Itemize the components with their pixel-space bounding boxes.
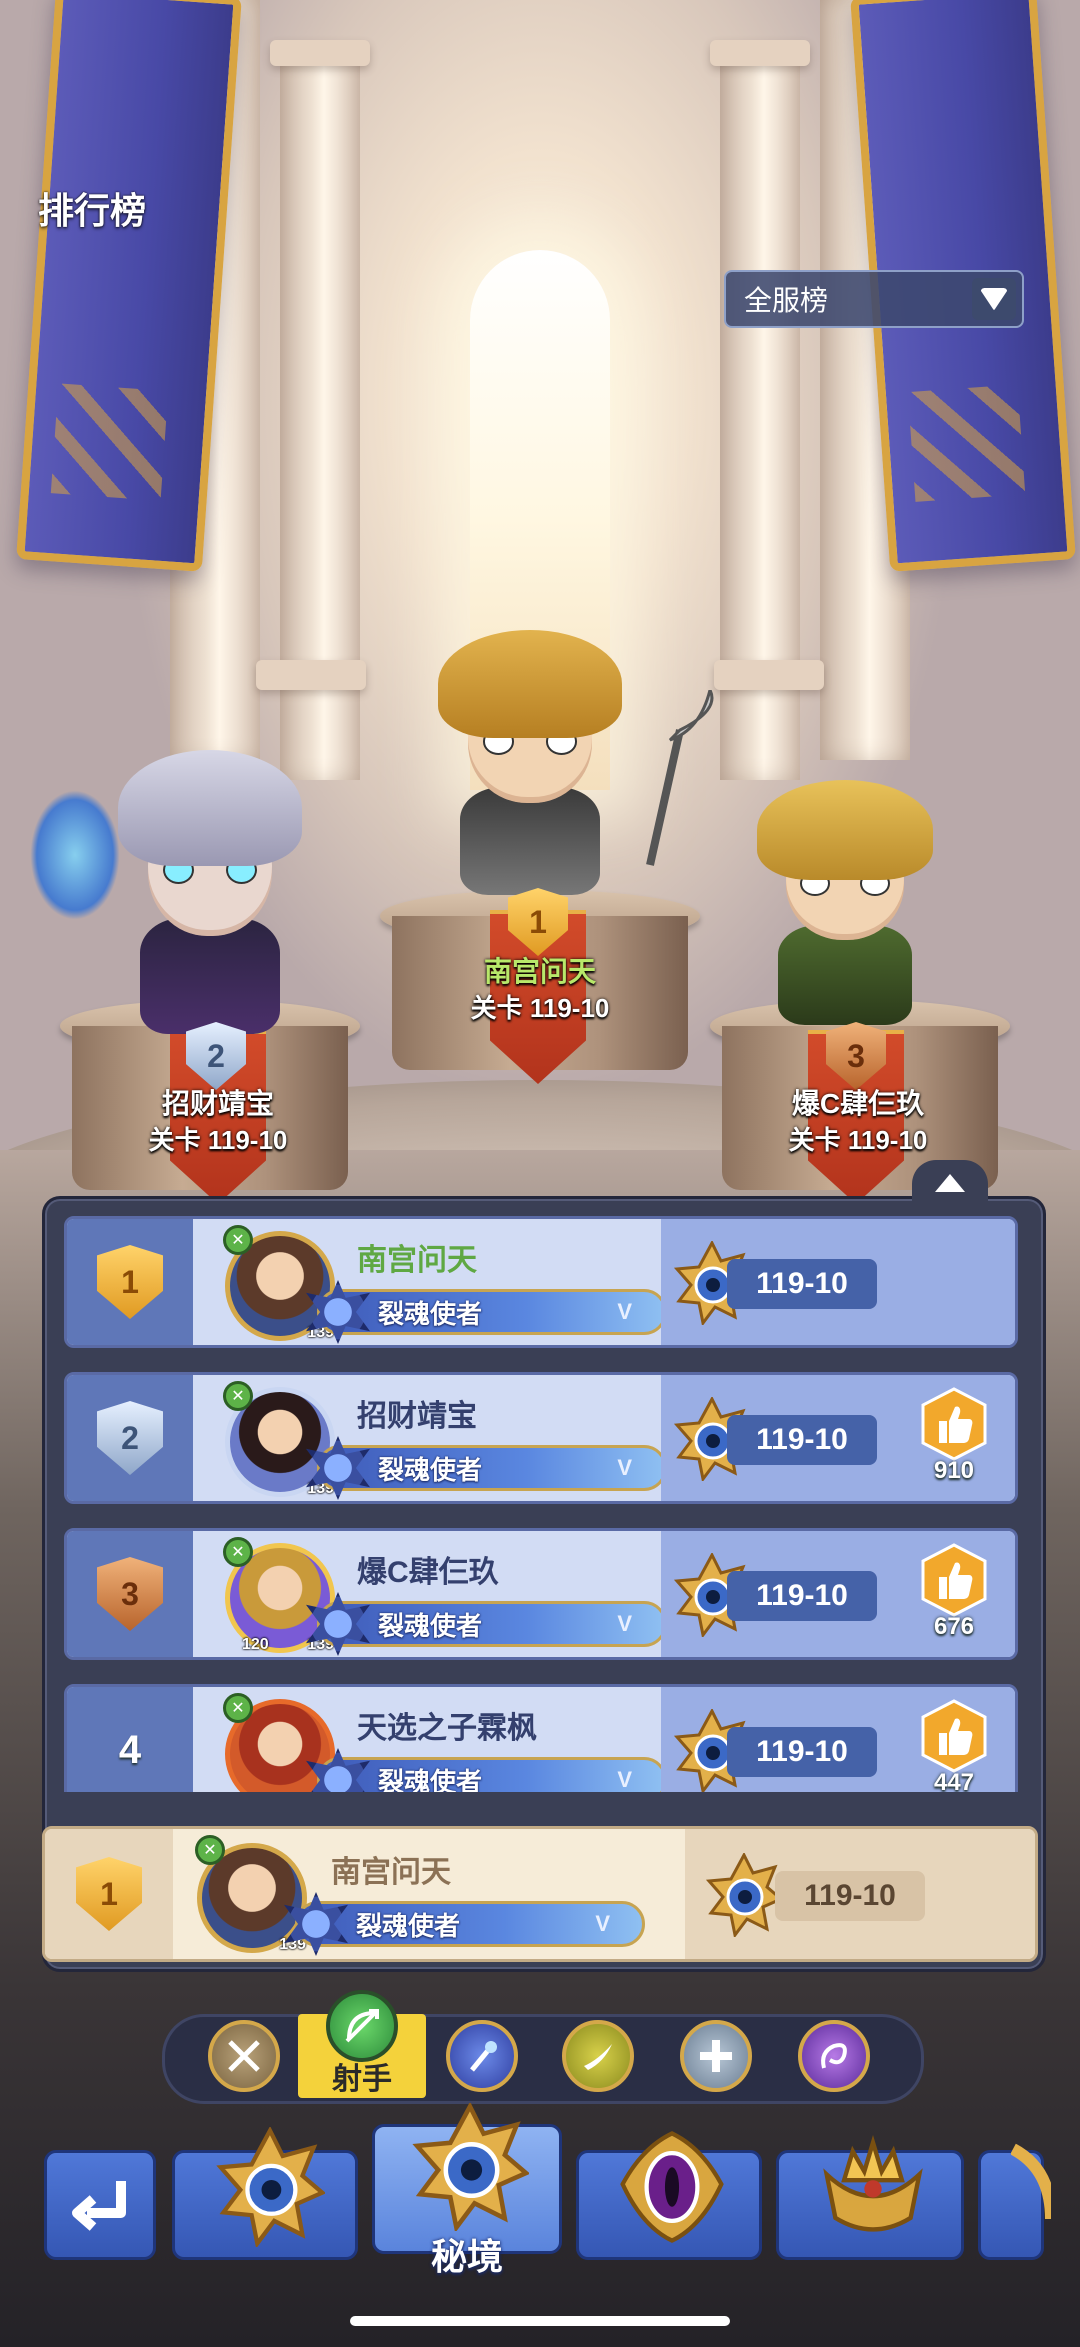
purple-eye-icon	[620, 2131, 724, 2243]
summoner-icon[interactable]	[798, 2020, 870, 2092]
hero-figure-first[interactable]	[420, 630, 640, 900]
like-count: 447	[933, 1769, 975, 1792]
podium-stage-third: 关卡 119-10	[788, 1125, 928, 1155]
assassin-icon[interactable]	[562, 2020, 634, 2092]
rank-cell: 4	[67, 1687, 193, 1792]
stage-value: 119-10	[775, 1871, 925, 1921]
my-rank-row[interactable]: 1 139 ✕ 南宫问天 裂魂使者 V 119-10	[42, 1826, 1038, 1962]
player-name: 爆C肆仨玖	[357, 1556, 499, 1589]
archer-class-badge: ✕	[223, 1381, 253, 1411]
player-name: 南宫问天	[331, 1856, 451, 1889]
warrior-icon[interactable]	[208, 2020, 280, 2092]
mage-icon[interactable]	[446, 2020, 518, 2092]
title-text: 裂魂使者	[378, 1298, 483, 1329]
page-title: 排行榜	[38, 190, 147, 231]
title-plate: 裂魂使者 V	[306, 1280, 667, 1344]
hero-figure-second[interactable]	[100, 750, 320, 1040]
leaderboard-row[interactable]: 1 139 ✕ 南宫问天 裂魂使者 V 119-10	[64, 1216, 1018, 1348]
rank-badge-silver: 2	[97, 1401, 163, 1475]
leaderboard-list[interactable]: 1 139 ✕ 南宫问天 裂魂使者 V 119-10 2 139 ✕ 招财靖宝 …	[64, 1216, 1020, 1792]
podium-name-third[interactable]: 爆C肆仨玖	[728, 1082, 988, 1122]
priest-icon[interactable]	[680, 2020, 752, 2092]
rank-cell: 1	[67, 1219, 193, 1345]
thumbs-up-icon[interactable]	[917, 1699, 991, 1773]
chevron-up-icon	[935, 1174, 965, 1192]
archer-class-badge: ✕	[195, 1835, 225, 1865]
podium-name-second[interactable]: 招财靖宝	[88, 1082, 348, 1122]
mode-tab-3[interactable]	[576, 2131, 762, 2260]
archer-icon[interactable]	[326, 1990, 398, 2062]
podium-name-first[interactable]: 南宫问天	[410, 950, 670, 990]
scythe-icon	[646, 690, 714, 866]
rank-cell: 2	[67, 1375, 193, 1501]
player-name: 招财靖宝	[357, 1400, 477, 1433]
player-name: 天选之子霖枫	[357, 1712, 537, 1745]
eye-medal-icon	[216, 2127, 325, 2247]
podium-stage-second: 关卡 119-10	[148, 1125, 288, 1155]
stage-value: 119-10	[727, 1259, 877, 1309]
title-tier: V	[617, 1299, 632, 1324]
title-text: 裂魂使者	[378, 1610, 483, 1641]
column-capital	[710, 40, 810, 66]
title-plate: 裂魂使者 V	[306, 1592, 667, 1656]
rank-number: 4	[118, 1727, 142, 1772]
stage-value: 119-10	[727, 1571, 877, 1621]
blue-flame-effect	[30, 790, 120, 920]
like-count: 676	[933, 1613, 975, 1640]
rank-badge-bronze: 3	[97, 1557, 163, 1631]
class-selected-label: 射手	[332, 2063, 392, 2096]
mode-tab-1[interactable]	[172, 2127, 358, 2260]
player-secondary-level: 120	[242, 1636, 269, 1653]
hero-figure-third[interactable]	[740, 780, 950, 1030]
stage-value: 119-10	[727, 1415, 877, 1465]
rank-badge-gold: 1	[76, 1857, 142, 1931]
title-plate: 裂魂使者 V	[306, 1436, 667, 1500]
collapse-panel-button[interactable]	[912, 1160, 988, 1206]
title-tier: V	[617, 1611, 632, 1636]
back-icon	[72, 2181, 126, 2231]
title-plate: 裂魂使者 V	[284, 1892, 645, 1956]
home-indicator	[350, 2316, 730, 2326]
leaderboard-row[interactable]: 3 120 139 ✕ 爆C肆仨玖 裂魂使者 V 119-10 676	[64, 1528, 1018, 1660]
player-name: 南宫问天	[357, 1244, 477, 1277]
archer-class-badge: ✕	[223, 1225, 253, 1255]
thumbs-up-icon[interactable]	[917, 1543, 991, 1617]
column-capital	[270, 40, 370, 66]
title-tier: V	[595, 1911, 610, 1936]
title-tier: V	[617, 1767, 632, 1792]
leaderboard-scope-dropdown[interactable]: 全服榜	[724, 270, 1024, 328]
like-count: 910	[933, 1457, 975, 1484]
rank-badge-gold: 1	[97, 1245, 163, 1319]
title-text: 裂魂使者	[356, 1910, 461, 1941]
column-base	[714, 660, 824, 690]
mode-tab-5[interactable]	[978, 2143, 1051, 2260]
chevron-down-icon	[972, 278, 1016, 320]
crown-icon	[823, 2135, 923, 2232]
thumbs-up-icon[interactable]	[917, 1387, 991, 1461]
stage-value: 119-10	[727, 1727, 877, 1777]
eye-medal-icon	[412, 2103, 529, 2231]
stage-eye-medal-icon	[705, 1853, 783, 1937]
scope-value: 全服榜	[744, 285, 829, 316]
mode-tab-4[interactable]	[776, 2135, 964, 2260]
leaderboard-row[interactable]: 4 ✕ 天选之子霖枫 裂魂使者 V 119-10 447	[64, 1684, 1018, 1792]
partial-tab-icon	[1011, 2143, 1051, 2220]
podium-stage-first: 关卡 119-10	[470, 993, 610, 1023]
title-tier: V	[617, 1455, 632, 1480]
back-button[interactable]	[44, 2150, 156, 2260]
mode-tab-label: 秘境	[430, 2236, 503, 2277]
column-base	[256, 660, 366, 690]
title-plate: 裂魂使者 V	[306, 1748, 667, 1793]
title-text: 裂魂使者	[378, 1454, 483, 1485]
leaderboard-row[interactable]: 2 139 ✕ 招财靖宝 裂魂使者 V 119-10 910	[64, 1372, 1018, 1504]
rank-cell: 1	[45, 1829, 173, 1959]
title-text: 裂魂使者	[378, 1766, 483, 1793]
archer-class-badge: ✕	[223, 1693, 253, 1723]
rank-cell: 3	[67, 1531, 193, 1657]
archer-class-badge: ✕	[223, 1537, 253, 1567]
